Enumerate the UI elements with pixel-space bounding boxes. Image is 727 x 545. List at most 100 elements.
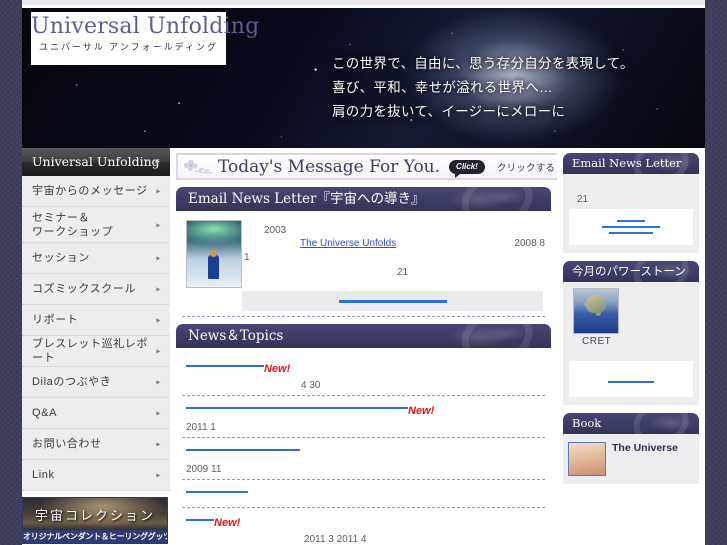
powerstone-name: CRET: [582, 336, 612, 347]
news-item-date: 2011 1: [186, 422, 216, 433]
widget-email-newsletter-heading: Email News Letter: [563, 153, 699, 174]
left-sidebar: Universal Unfolding ▸ 宇宙からのメッセージ ▸ セミナー＆ ワー…: [22, 148, 170, 545]
widget-book-body: The Universe: [563, 434, 699, 484]
sidebar-nav-list: 宇宙からのメッセージ ▸ セミナー＆ ワークショップ ▸ セッション ▸ コズミックスクール ▸…: [22, 176, 170, 491]
sidebar-item-0[interactable]: 宇宙からのメッセージ ▸: [22, 176, 170, 207]
widget-book: Book The Universe: [563, 413, 699, 484]
widget-email-newsletter-body: 21: [563, 174, 699, 253]
chevron-right-icon: ▸: [156, 377, 161, 387]
powerstone-link[interactable]: [608, 381, 654, 383]
panel-email-newsletter-body: 2003 1 The Universe Unfolds 2008 8 21: [176, 211, 551, 317]
sidebar-item-label: Link: [32, 469, 55, 481]
sidebar-item-home[interactable]: Universal Unfolding ▸: [22, 148, 170, 176]
news-item-link[interactable]: [186, 491, 248, 494]
sidebar-item-7[interactable]: Q&A ▸: [22, 398, 170, 429]
chevron-right-icon: ▸: [156, 220, 161, 229]
sidebar-item-label: セッション: [32, 252, 90, 264]
news-item: New! 2011 1: [180, 396, 547, 437]
banner-cosmic-title: 宇宙コレクション: [34, 508, 155, 523]
click-badge[interactable]: Click!: [449, 159, 485, 178]
sidebar-item-8[interactable]: お問い合わせ ▸: [22, 429, 170, 460]
new-badge: New!: [408, 405, 435, 417]
banner-cosmic-collection[interactable]: 宇宙コレクション オリジナルペンダント＆ヒーリンググッツ: [22, 497, 168, 544]
sidebar-item-home-label: Universal Unfolding: [32, 154, 160, 169]
sidebar-item-label: セミナー＆ ワークショップ: [32, 211, 114, 238]
powerstone-thumbnail[interactable]: [573, 288, 619, 334]
site-logo-subtitle: ユニバーサル アンフォールディング: [38, 42, 219, 52]
panel-news-topics-heading: News＆Topics: [176, 324, 551, 348]
sidebar-item-label: Q&A: [32, 407, 58, 419]
widget-book-heading: Book: [563, 413, 699, 434]
sidebar-item-label: お問い合わせ: [32, 438, 102, 450]
news-item-link[interactable]: [186, 407, 408, 410]
right-sidebar: Email News Letter 21 今月のパワーストーン CRET Boo…: [557, 148, 705, 545]
chevron-right-icon: ▸: [156, 470, 161, 480]
sidebar-item-label: リポート: [32, 314, 79, 326]
chevron-right-icon: ▸: [156, 186, 161, 196]
newsletter-signup-bar: [242, 291, 543, 311]
content-columns: Universal Unfolding ▸ 宇宙からのメッセージ ▸ セミナー＆ ワー…: [22, 148, 705, 545]
newsletter-count: 21: [397, 267, 409, 278]
news-item-date: 2009 11: [186, 464, 222, 475]
hero-tagline: この世界で、自由に、思う存分自分を表現して。 喜び、平和、幸せが溢れる世界へ… …: [332, 52, 634, 124]
chevron-right-icon: ▸: [156, 346, 161, 356]
newsletter-date: 2008 8: [514, 238, 545, 249]
news-item-date: 2011 3 2011 4: [304, 534, 367, 545]
thumbnail-figure-head: [210, 250, 217, 257]
news-item-date: 4 30: [301, 380, 321, 391]
news-item-link[interactable]: [186, 449, 300, 452]
widget-powerstone-body: CRET: [563, 282, 699, 405]
panel-news-topics-body: New! 4 30 New! 2011 1 2009 11 New! 2011 3 2011…: [176, 348, 551, 545]
new-badge: New!: [264, 363, 291, 375]
widget-newsletter-link-3[interactable]: [609, 232, 653, 234]
thumbnail-figure: [208, 255, 219, 279]
newsletter-signup-link[interactable]: [338, 299, 447, 303]
widget-powerstone-heading: 今月のパワーストーン: [563, 261, 699, 282]
banner-cosmic-subtitle: オリジナルペンダント＆ヒーリンググッツ: [23, 530, 168, 543]
newsletter-archive-link[interactable]: The Universe Unfolds: [300, 238, 396, 249]
chevron-right-icon: ▸: [155, 157, 160, 167]
sidebar-item-1[interactable]: セミナー＆ ワークショップ ▸: [22, 207, 170, 243]
page-container: Universal Unfolding ユニバーサル アンフォールディング この…: [22, 8, 705, 545]
sidebar-item-3[interactable]: コズミックスクール ▸: [22, 274, 170, 305]
news-list: New! 4 30 New! 2011 1 2009 11 New! 2011 3 2011…: [180, 354, 547, 545]
widget-newsletter-link-2[interactable]: [602, 226, 660, 228]
sidebar-item-label: コズミックスクール: [32, 283, 137, 295]
sidebar-item-4[interactable]: リポート ▸: [22, 305, 170, 336]
widget-powerstone: 今月のパワーストーン CRET: [563, 261, 699, 405]
chevron-right-icon: ▸: [156, 315, 161, 325]
site-logo[interactable]: Universal Unfolding ユニバーサル アンフォールディング: [31, 12, 259, 65]
book-title: The Universe: [612, 442, 678, 454]
separator: [182, 316, 545, 317]
newsletter-thumbnail[interactable]: [186, 220, 242, 288]
sidebar-item-5[interactable]: ブレスレット巡礼レポート ▸: [22, 336, 170, 367]
widget-newsletter-link-1[interactable]: [617, 220, 645, 222]
sidebar-item-label: ブレスレット巡礼レポート: [32, 338, 148, 364]
sidebar-item-9[interactable]: Link ▸: [22, 460, 170, 491]
news-item-link[interactable]: [186, 365, 264, 368]
book-cover-thumbnail[interactable]: [568, 442, 606, 476]
sidebar-item-2[interactable]: セッション ▸: [22, 243, 170, 274]
chevron-right-icon: ▸: [156, 439, 161, 449]
todays-message-title: Today's Message For You.: [218, 156, 441, 177]
news-item: New! 2011 3 2011 4: [180, 508, 547, 545]
news-item: 2009 11: [180, 438, 547, 479]
panel-news-topics: News＆Topics New! 4 30 New! 2011 1 2009 11 New…: [176, 324, 551, 545]
widget-email-newsletter: Email News Letter 21: [563, 153, 699, 253]
chevron-right-icon: ▸: [156, 253, 161, 263]
hero-tagline-line-3: 肩の力を抜いて、イージーにメローに: [332, 104, 566, 119]
hero-tagline-line-2: 喜び、平和、幸せが溢れる世界へ…: [332, 80, 553, 95]
newsletter-year: 2003: [264, 225, 287, 236]
news-item-link[interactable]: [186, 519, 214, 522]
widget-newsletter-count: 21: [577, 194, 589, 205]
powerstone-link-box: [569, 361, 693, 397]
panel-email-newsletter-heading: Email News Letter『宇宙への導き』: [176, 187, 551, 211]
chevron-right-icon: ▸: [156, 408, 161, 418]
sidebar-item-6[interactable]: Dilaのつぶやき ▸: [22, 367, 170, 398]
hero-banner: Universal Unfolding ユニバーサル アンフォールディング この…: [22, 8, 705, 148]
news-item: New! 4 30: [180, 354, 547, 395]
newsletter-text-block: 2003 1 The Universe Unfolds 2008 8 21: [242, 217, 547, 289]
widget-newsletter-links: [569, 209, 693, 245]
flower-ornament-icon: [181, 156, 215, 178]
sidebar-item-label: Dilaのつぶやき: [32, 376, 112, 388]
